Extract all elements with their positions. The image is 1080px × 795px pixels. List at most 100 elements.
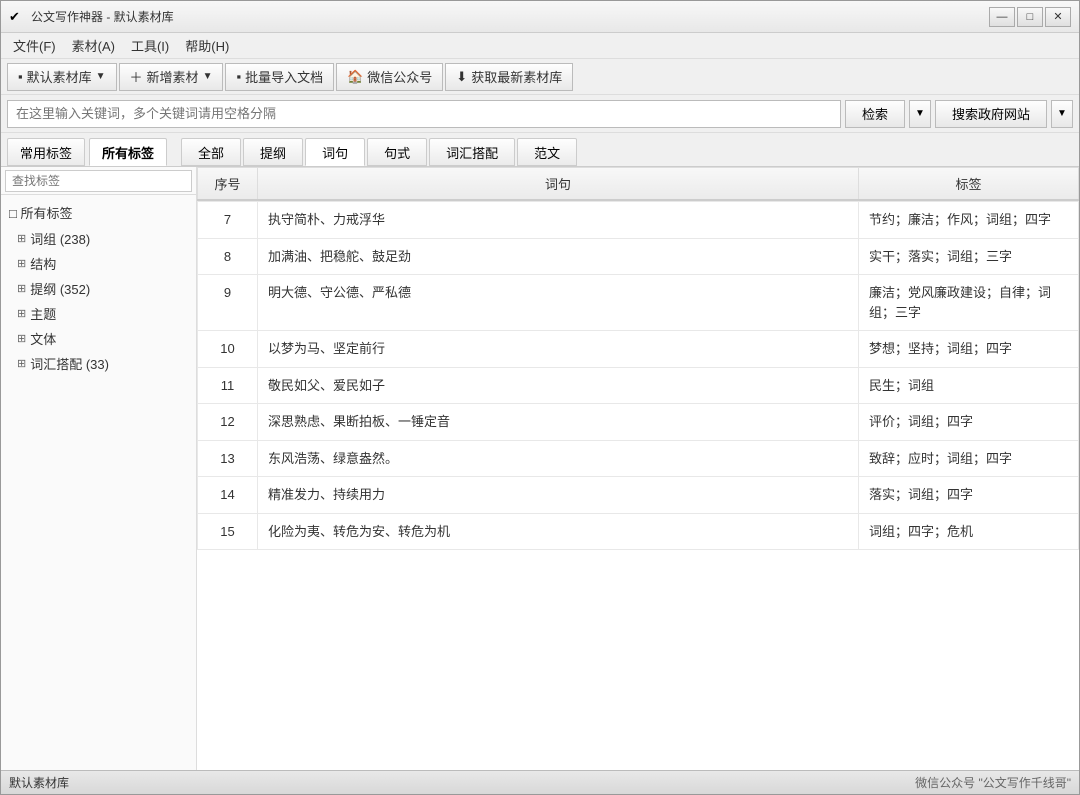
cell-phrase: 敬民如父、爱民如子 xyxy=(258,367,859,404)
cell-num: 12 xyxy=(198,404,258,441)
data-table-body: 7 执守简朴、力戒浮华 节约；廉洁；作风；词组；四字 8 加满油、把稳舵、鼓足劲… xyxy=(197,201,1079,550)
download-icon: ⬇ xyxy=(456,69,467,85)
tree-item-ciZu[interactable]: ⊞ 词组 (238) xyxy=(1,226,196,251)
col-header-tag: 标签 xyxy=(859,168,1079,201)
cell-tag: 实干；落实；词组；三字 xyxy=(859,238,1079,275)
cell-phrase: 深思熟虑、果断拍板、一锤定音 xyxy=(258,404,859,441)
data-table: 序号 词句 标签 xyxy=(197,167,1079,201)
cell-tag: 评价；词组；四字 xyxy=(859,404,1079,441)
tab-common-tags[interactable]: 常用标签 xyxy=(7,138,85,166)
table-row[interactable]: 12 深思熟虑、果断拍板、一锤定音 评价；词组；四字 xyxy=(198,404,1079,441)
col-header-phrase: 词句 xyxy=(258,168,859,201)
dropdown-arrow-icon: ▼ xyxy=(96,71,106,82)
cell-num: 11 xyxy=(198,367,258,404)
cell-num: 13 xyxy=(198,440,258,477)
cell-tag: 节约；廉洁；作风；词组；四字 xyxy=(859,202,1079,239)
cell-tag: 词组；四字；危机 xyxy=(859,513,1079,550)
cell-num: 9 xyxy=(198,275,258,331)
toolbar-add-material[interactable]: ＋ 新增素材 ▼ xyxy=(119,63,224,91)
status-bar: 默认素材库 微信公众号 "公文写作千线哥" xyxy=(1,770,1079,794)
cell-num: 14 xyxy=(198,477,258,514)
menu-material[interactable]: 素材(A) xyxy=(64,33,123,58)
tag-group: 常用标签 所有标签 xyxy=(7,138,167,166)
tag-tree: □ 所有标签 ⊞ 词组 (238) ⊞ 结构 ⊞ 提纲 (352) xyxy=(1,195,196,770)
toolbar-batch-import[interactable]: ▪ 批量导入文档 xyxy=(225,63,334,91)
cell-tag: 梦想；坚持；词组；四字 xyxy=(859,331,1079,368)
menu-bar: 文件(F) 素材(A) 工具(I) 帮助(H) xyxy=(1,33,1079,59)
add-icon: ＋ xyxy=(130,67,143,86)
search-button[interactable]: 检索 xyxy=(845,100,905,128)
tree-item-wenTi[interactable]: ⊞ 文体 xyxy=(1,326,196,351)
tab-pattern[interactable]: 句式 xyxy=(367,138,427,166)
maximize-button[interactable]: □ xyxy=(1017,7,1043,27)
tab-sample[interactable]: 范文 xyxy=(517,138,577,166)
table-scroll-area[interactable]: 7 执守简朴、力戒浮华 节约；廉洁；作风；词组；四字 8 加满油、把稳舵、鼓足劲… xyxy=(197,201,1079,770)
tree-root-item[interactable]: □ 所有标签 xyxy=(1,199,196,226)
search-input[interactable] xyxy=(7,100,841,128)
toolbar-wechat[interactable]: 🏠 微信公众号 xyxy=(336,63,443,91)
table-row[interactable]: 14 精准发力、持续用力 落实；词组；四字 xyxy=(198,477,1079,514)
cell-phrase: 东风浩荡、绿意盎然。 xyxy=(258,440,859,477)
col-header-num: 序号 xyxy=(198,168,258,201)
library-icon: ▪ xyxy=(18,69,23,84)
cell-phrase: 明大德、守公德、严私德 xyxy=(258,275,859,331)
tab-outline[interactable]: 提纲 xyxy=(243,138,303,166)
cell-phrase: 精准发力、持续用力 xyxy=(258,477,859,514)
tree-item-tiGang[interactable]: ⊞ 提纲 (352) xyxy=(1,276,196,301)
tree-item-ciHuiDaPei[interactable]: ⊞ 词汇搭配 (33) xyxy=(1,351,196,376)
search-gov-dropdown-btn[interactable]: ▼ xyxy=(1051,100,1073,128)
table-row[interactable]: 11 敬民如父、爱民如子 民生；词组 xyxy=(198,367,1079,404)
table-header-row: 序号 词句 标签 xyxy=(198,168,1079,201)
table-row[interactable]: 9 明大德、守公德、严私德 廉洁；党风廉政建设；自律；词组；三字 xyxy=(198,275,1079,331)
cell-tag: 民生；词组 xyxy=(859,367,1079,404)
status-right: 微信公众号 "公文写作千线哥" xyxy=(915,774,1071,791)
tag-search-input[interactable] xyxy=(5,170,192,192)
main-body: □ 所有标签 ⊞ 词组 (238) ⊞ 结构 ⊞ 提纲 (352) xyxy=(1,167,1079,770)
tabs-row: 常用标签 所有标签 全部 提纲 词句 句式 词汇搭配 范文 xyxy=(1,133,1079,167)
cell-phrase: 化险为夷、转危为安、转危为机 xyxy=(258,513,859,550)
search-gov-button[interactable]: 搜索政府网站 xyxy=(935,100,1047,128)
cell-tag: 落实；词组；四字 xyxy=(859,477,1079,514)
close-button[interactable]: ✕ xyxy=(1045,7,1071,27)
home-icon: 🏠 xyxy=(347,69,363,85)
tab-collocation[interactable]: 词汇搭配 xyxy=(429,138,515,166)
cell-num: 15 xyxy=(198,513,258,550)
search-bar: 检索 ▼ 搜索政府网站 ▼ xyxy=(1,95,1079,133)
table-row[interactable]: 15 化险为夷、转危为安、转危为机 词组；四字；危机 xyxy=(198,513,1079,550)
cell-num: 10 xyxy=(198,331,258,368)
table-row[interactable]: 10 以梦为马、坚定前行 梦想；坚持；词组；四字 xyxy=(198,331,1079,368)
menu-tools[interactable]: 工具(I) xyxy=(123,33,177,58)
expand-icon5: ⊞ xyxy=(17,332,26,345)
cell-num: 8 xyxy=(198,238,258,275)
expand-icon6: ⊞ xyxy=(17,357,26,370)
window-controls: — □ ✕ xyxy=(989,7,1071,27)
expand-icon3: ⊞ xyxy=(17,282,26,295)
window-title: 公文写作神器 - 默认素材库 xyxy=(31,8,989,25)
status-left: 默认素材库 xyxy=(9,774,69,791)
search-dropdown-btn[interactable]: ▼ xyxy=(909,100,931,128)
cell-tag: 致辞；应时；词组；四字 xyxy=(859,440,1079,477)
minimize-button[interactable]: — xyxy=(989,7,1015,27)
tree-expand-icon: □ xyxy=(9,206,20,221)
tab-all-tags[interactable]: 所有标签 xyxy=(89,138,167,166)
tab-phrase[interactable]: 词句 xyxy=(305,138,365,166)
menu-file[interactable]: 文件(F) xyxy=(5,33,64,58)
toolbar-get-latest[interactable]: ⬇ 获取最新素材库 xyxy=(445,63,573,91)
cell-num: 7 xyxy=(198,202,258,239)
table-row[interactable]: 13 东风浩荡、绿意盎然。 致辞；应时；词组；四字 xyxy=(198,440,1079,477)
content-area: 常用标签 所有标签 全部 提纲 词句 句式 词汇搭配 范文 □ 所有标签 xyxy=(1,133,1079,770)
toolbar-default-library[interactable]: ▪ 默认素材库 ▼ xyxy=(7,63,117,91)
cell-tag: 廉洁；党风廉政建设；自律；词组；三字 xyxy=(859,275,1079,331)
tree-item-zhuTi[interactable]: ⊞ 主题 xyxy=(1,301,196,326)
sidebar-search-area xyxy=(1,167,196,195)
title-bar: ✔ 公文写作神器 - 默认素材库 — □ ✕ xyxy=(1,1,1079,33)
menu-help[interactable]: 帮助(H) xyxy=(177,33,237,58)
table-row[interactable]: 7 执守简朴、力戒浮华 节约；廉洁；作风；词组；四字 xyxy=(198,202,1079,239)
toolbar: ▪ 默认素材库 ▼ ＋ 新增素材 ▼ ▪ 批量导入文档 🏠 微信公众号 ⬇ 获取… xyxy=(1,59,1079,95)
table-row[interactable]: 8 加满油、把稳舵、鼓足劲 实干；落实；词组；三字 xyxy=(198,238,1079,275)
expand-icon: ⊞ xyxy=(17,232,26,245)
tab-all[interactable]: 全部 xyxy=(181,138,241,166)
tree-item-jieGou[interactable]: ⊞ 结构 xyxy=(1,251,196,276)
cell-phrase: 加满油、把稳舵、鼓足劲 xyxy=(258,238,859,275)
expand-icon2: ⊞ xyxy=(17,257,26,270)
